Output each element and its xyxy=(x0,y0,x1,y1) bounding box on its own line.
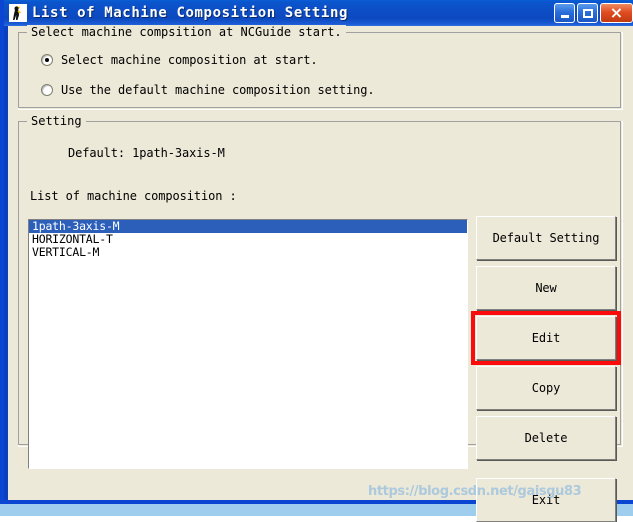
maximize-button[interactable] xyxy=(577,3,598,23)
copy-button[interactable]: Copy xyxy=(476,366,616,410)
listbox-items: 1path-3axis-M HORIZONTAL-T VERTICAL-M xyxy=(29,220,467,259)
title-bar: List of Machine Composition Setting × xyxy=(4,0,633,26)
radio-use-default-label: Use the default machine composition sett… xyxy=(61,83,375,97)
startup-options-group-title: Select machine compsition at NCGuide sta… xyxy=(27,25,346,39)
window-title: List of Machine Composition Setting xyxy=(32,5,349,21)
app-person-icon xyxy=(9,4,27,22)
radio-select-at-start[interactable]: Select machine composition at start. xyxy=(41,53,318,67)
application-window: List of Machine Composition Setting × Se… xyxy=(0,0,633,522)
radio-use-default[interactable]: Use the default machine composition sett… xyxy=(41,83,375,97)
close-icon: × xyxy=(609,3,624,22)
client-area: Select machine compsition at NCGuide sta… xyxy=(8,25,633,522)
radio-selected-icon xyxy=(41,54,53,66)
list-caption-label: List of machine composition : xyxy=(30,189,237,203)
exit-button[interactable]: Exit xyxy=(476,478,616,522)
list-item[interactable]: VERTICAL-M xyxy=(29,246,467,259)
setting-group-title: Setting xyxy=(27,114,86,128)
close-button[interactable]: × xyxy=(600,3,633,23)
maximize-icon xyxy=(582,8,593,18)
edit-button[interactable]: Edit xyxy=(476,316,616,360)
default-setting-button[interactable]: Default Setting xyxy=(476,216,616,260)
machine-composition-listbox[interactable]: 1path-3axis-M HORIZONTAL-T VERTICAL-M xyxy=(28,219,468,469)
radio-select-at-start-label: Select machine composition at start. xyxy=(61,53,318,67)
startup-options-group: Select machine compsition at NCGuide sta… xyxy=(18,25,623,110)
radio-unselected-icon xyxy=(41,84,53,96)
new-button[interactable]: New xyxy=(476,266,616,310)
default-composition-label: Default: 1path-3axis-M xyxy=(68,146,225,160)
delete-button[interactable]: Delete xyxy=(476,416,616,460)
caption-button-group: × xyxy=(554,3,633,23)
minimize-button[interactable] xyxy=(554,3,575,23)
minimize-icon xyxy=(560,15,569,18)
